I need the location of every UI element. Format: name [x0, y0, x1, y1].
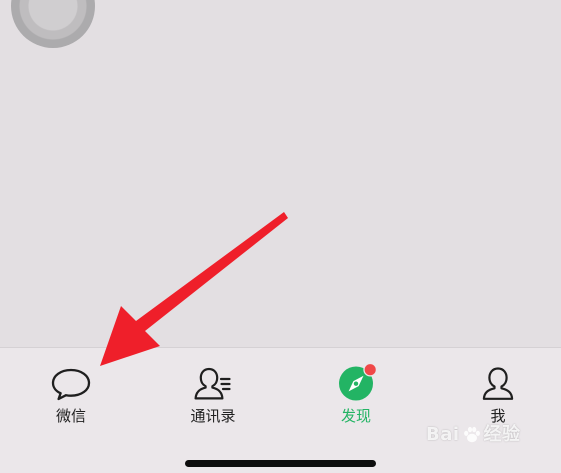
- chat-bubble-icon: [51, 368, 91, 401]
- tab-chats-label: 微信: [55, 407, 86, 425]
- tab-chats[interactable]: 微信: [1, 348, 141, 438]
- tab-contacts[interactable]: 通讯录: [143, 348, 283, 438]
- tab-discover-label: 发现: [340, 407, 371, 425]
- main-content-area: [0, 0, 561, 347]
- watermark-left-text: Bai: [426, 424, 460, 445]
- home-indicator[interactable]: [185, 460, 376, 467]
- paw-icon: [463, 426, 480, 443]
- tab-contacts-label: 通讯录: [190, 407, 236, 425]
- contacts-icon: [194, 367, 231, 400]
- tab-discover[interactable]: 发现: [286, 348, 426, 438]
- compass-icon: [339, 363, 378, 401]
- phone-screen: 微信 通讯录 发现 我 Bai 经验: [0, 0, 561, 473]
- badge-dot: [363, 363, 378, 377]
- baidu-jingyan-watermark: Bai 经验: [426, 420, 521, 450]
- bottom-tab-bar: 微信 通讯录 发现 我: [0, 347, 561, 473]
- watermark-right-text: 经验: [483, 424, 521, 445]
- person-icon: [482, 367, 514, 400]
